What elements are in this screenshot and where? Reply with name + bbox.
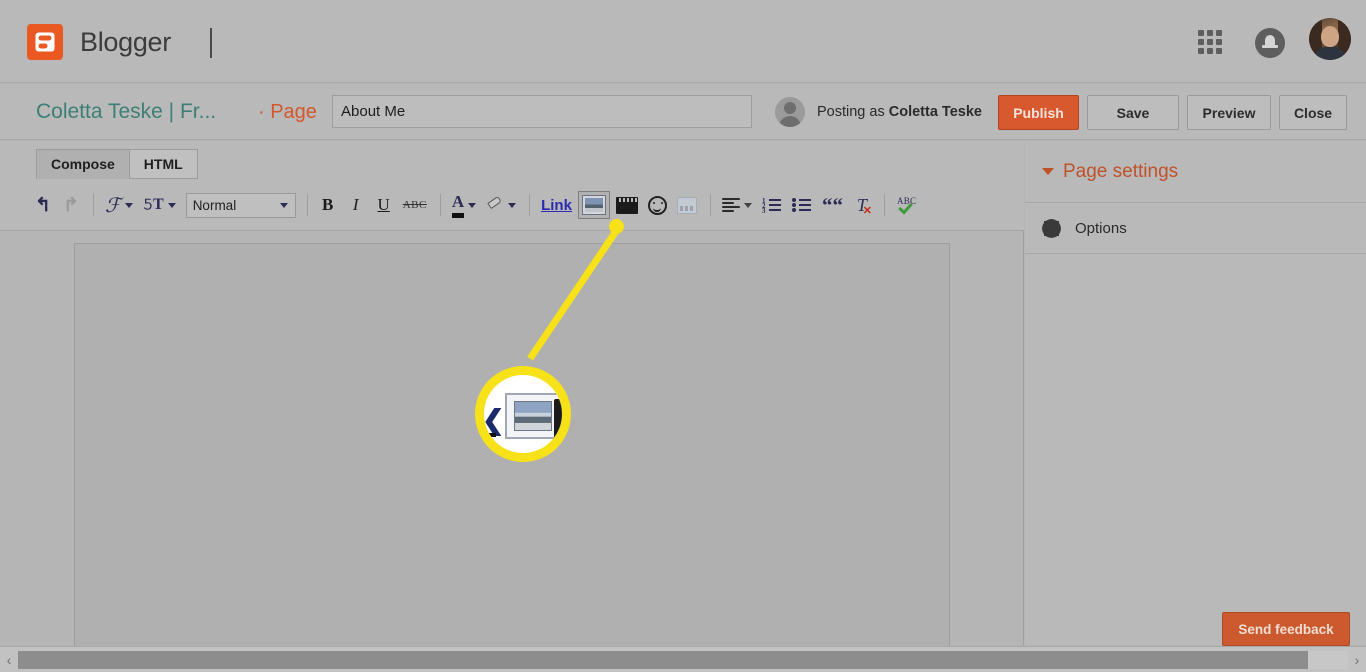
font-family-icon[interactable]: ℱ	[101, 191, 137, 219]
toolbar-divider	[883, 194, 885, 216]
page-settings-sidebar: Page settings Options	[1025, 141, 1366, 645]
scroll-left-icon[interactable]: ‹	[0, 647, 18, 672]
publish-button[interactable]: Publish	[998, 95, 1079, 130]
page-title-input[interactable]	[332, 95, 752, 128]
posting-avatar-icon	[775, 97, 805, 127]
editor-content-area[interactable]	[74, 243, 950, 657]
apps-grid-icon[interactable]	[1197, 29, 1223, 55]
blogger-page-editor: Blogger Coletta Teske | Fr... · Page Pos…	[0, 0, 1366, 672]
close-button[interactable]: Close	[1279, 95, 1347, 130]
editor-toolbar-region: Compose HTML ↰ ↱ ℱ 𝟻T Normal B I U ABC A	[0, 141, 1024, 231]
bell-icon[interactable]	[1255, 28, 1285, 58]
link-label: Link	[541, 196, 572, 214]
gear-icon	[1042, 219, 1061, 238]
strikethrough-label: ABC	[402, 199, 427, 211]
top-bar: Blogger	[0, 0, 1366, 83]
insert-image-icon[interactable]	[577, 191, 610, 219]
chevron-down-icon[interactable]	[1042, 168, 1054, 175]
link-button[interactable]: Link	[537, 191, 576, 219]
blockquote-icon[interactable]: ““	[818, 191, 847, 219]
toolbar-divider	[439, 194, 441, 216]
insert-video-icon[interactable]	[612, 191, 642, 219]
page-settings-header[interactable]: Page settings	[1025, 141, 1366, 203]
formatting-toolbar: ↰ ↱ ℱ 𝟻T Normal B I U ABC A Link 1 2 3 “…	[30, 189, 924, 221]
toolbar-divider	[529, 194, 531, 216]
page-settings-title: Page settings	[1063, 160, 1179, 182]
alignment-icon[interactable]	[718, 191, 756, 219]
posting-as: Posting as Coletta Teske	[775, 97, 982, 127]
underline-icon[interactable]: U	[371, 191, 397, 219]
sidebar-item-options[interactable]: Options	[1025, 203, 1366, 254]
redo-icon[interactable]: ↱	[58, 191, 84, 219]
numbered-list-icon[interactable]: 123	[758, 191, 786, 219]
tab-compose[interactable]: Compose	[36, 149, 130, 179]
scrollbar-thumb[interactable]	[18, 651, 1308, 669]
blogger-logo-icon	[27, 24, 63, 60]
breadcrumb-blog-name[interactable]: Coletta Teske | Fr...	[36, 100, 216, 124]
strikethrough-icon[interactable]: ABC	[399, 191, 431, 219]
posting-as-prefix: Posting as	[817, 104, 889, 120]
toolbar-divider	[709, 194, 711, 216]
avatar[interactable]	[1309, 18, 1351, 60]
italic-icon[interactable]: I	[343, 191, 369, 219]
editor-mode-tabs: Compose HTML	[36, 149, 198, 179]
bold-icon[interactable]: B	[315, 191, 341, 219]
send-feedback-button[interactable]: Send feedback	[1222, 612, 1350, 646]
highlight-icon[interactable]	[482, 191, 520, 219]
preview-button[interactable]: Preview	[1187, 95, 1271, 130]
breadcrumb-page-label: · Page	[258, 101, 317, 123]
spellcheck-icon[interactable]: ABC	[892, 191, 922, 219]
paragraph-format-select[interactable]: Normal	[185, 192, 296, 218]
brand-name: Blogger	[80, 26, 171, 57]
tab-html[interactable]: HTML	[129, 149, 198, 179]
jump-break-icon[interactable]	[673, 191, 701, 219]
text-color-icon[interactable]: A	[448, 191, 480, 219]
posting-as-label: Posting as Coletta Teske	[817, 104, 982, 120]
toolbar-divider	[306, 194, 308, 216]
sidebar-item-label: Options	[1075, 219, 1127, 237]
posting-as-user: Coletta Teske	[888, 104, 982, 120]
save-button[interactable]: Save	[1087, 95, 1179, 130]
insert-emoji-icon[interactable]	[644, 191, 671, 219]
editor-body-region	[0, 231, 1024, 657]
toolbar-divider	[93, 194, 94, 216]
paragraph-format-value: Normal	[192, 197, 237, 213]
scroll-right-icon[interactable]: ›	[1348, 647, 1366, 672]
bulleted-list-icon[interactable]	[788, 191, 816, 219]
font-size-icon[interactable]: 𝟻T	[139, 191, 180, 219]
remove-formatting-icon[interactable]: T ✕	[849, 191, 875, 219]
undo-icon[interactable]: ↰	[30, 191, 56, 219]
brand[interactable]: Blogger	[27, 24, 171, 60]
horizontal-scrollbar[interactable]: ‹ ›	[0, 646, 1366, 672]
text-cursor	[210, 28, 212, 58]
